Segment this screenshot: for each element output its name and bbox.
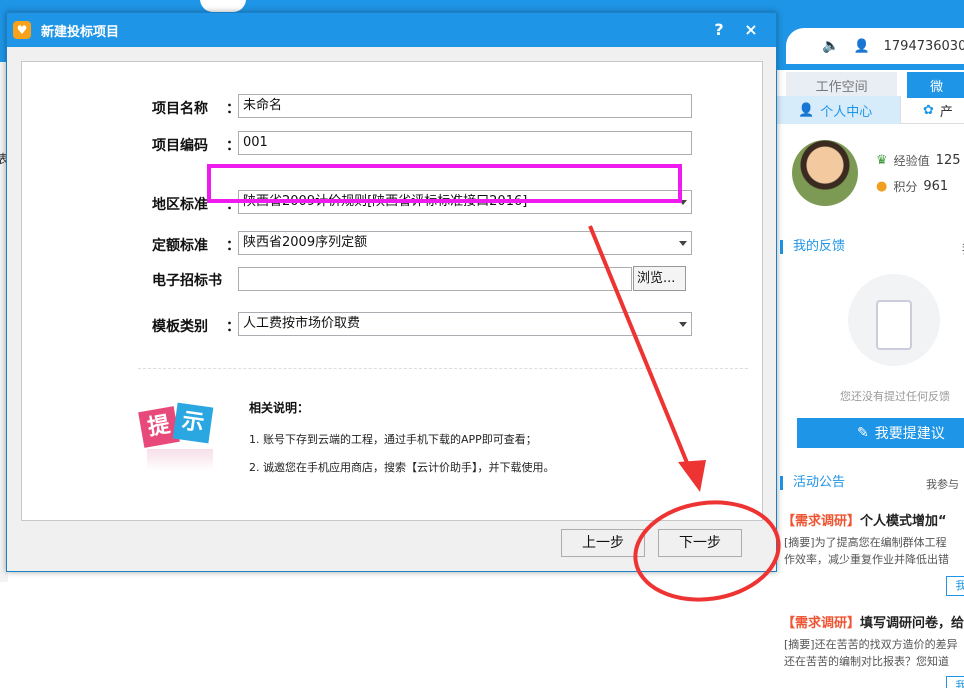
region-standard-label: 地区标准 [152,197,208,213]
points-value: 961 [923,179,949,194]
news-title-text-1: 个人模式增加“ [860,514,947,529]
person-icon: 👤 [798,102,815,118]
feedback-empty-text: 您还没有提过任何反馈 [840,390,950,403]
news-tag-2: 【需求调研】 [782,616,861,631]
subtab-personal-center[interactable]: 👤 个人中心 [776,96,900,124]
region-highlight-box [207,164,682,203]
feedback-section-title: 我的反馈 [780,240,845,254]
experience-label: 经验值 [893,154,930,168]
news-tag-1: 【需求调研】 [782,514,861,529]
user-bar: 🔈 👤 1794736030 [786,28,964,64]
app-logo-icon: ♥ [13,21,31,39]
template-type-label: 模板类别 [152,319,208,335]
etender-label: 电子招标书 [152,273,222,289]
right-panel-subtabs: 👤 个人中心 ✿ 产 [776,96,964,124]
chevron-down-icon [679,322,687,327]
news-desc-2a: [摘要]还在苦苦的找双方造价的差异 [784,638,958,651]
notes-title: 相关说明： [249,401,310,415]
dialog-titlebar[interactable]: ♥ 新建投标项目 ? × [7,13,776,47]
new-bid-project-dialog: ♥ 新建投标项目 ? × 项目名称 ： 未命名 项目编码 ： 001 地区标准 … [6,12,777,572]
products-icon: ✿ [923,102,934,118]
next-step-button[interactable]: 下一步 [658,529,742,557]
coins-icon: ● [876,179,888,194]
tip-reflection [147,449,213,471]
dialog-title: 新建投标项目 [41,24,120,40]
section-divider [138,368,748,369]
user-id[interactable]: 1794736030 [884,39,964,54]
tip-icon: 提 示 [138,399,223,479]
tab-workspace[interactable]: 工作空间 [786,72,898,98]
experience-stat: ♛ 经验值 125 [876,152,961,169]
speaker-icon[interactable]: 🔈 [822,38,839,54]
quota-standard-value: 陕西省2009序列定额 [243,235,368,250]
activity-section-title: 活动公告 [780,476,845,490]
notes-line-2: 2. 诚邀您在手机应用商店，搜索【云计价助手】，并下载使用。 [249,461,555,474]
news-title-2[interactable]: 【需求调研】填写调研问卷，给 [782,612,964,631]
activity-more-link[interactable]: 我参与 [926,476,959,492]
subtab-products[interactable]: ✿ 产 [900,96,953,124]
news-join-button-1[interactable]: 我 [946,576,964,596]
points-label: 积分 [893,180,918,194]
news-join-button-2[interactable]: 我 [946,676,964,688]
news-desc-1a: [摘要]为了提高您在编制群体工程 [784,536,947,549]
suggest-button-label: 我要提建议 [874,426,945,442]
template-type-select[interactable]: 人工费按市场价取费 [238,312,692,336]
project-name-input[interactable]: 未命名 [238,94,692,118]
subtab-products-label: 产 [939,104,953,120]
project-code-input[interactable]: 001 [238,131,692,155]
chevron-down-icon [679,241,687,246]
right-side-panel: 🔈 👤 1794736030 工作空间 微 👤 个人中心 ✿ 产 ♛ 经验值 125… [776,0,964,688]
crown-icon: ♛ [876,153,888,168]
help-button[interactable]: ? [709,20,729,40]
news-title-1[interactable]: 【需求调研】个人模式增加“ [782,510,947,529]
suggest-button[interactable]: ✎ 我要提建议 [797,418,964,448]
project-code-label: 项目编码 [152,138,208,154]
prev-step-button[interactable]: 上一步 [561,529,645,557]
points-stat: ● 积分 961 [876,178,948,195]
notes-line-1: 1. 账号下存到云端的工程，通过手机下载的APP即可查看； [249,433,537,446]
template-type-value: 人工费按市场价取费 [243,316,361,331]
avatar[interactable] [792,140,858,206]
experience-value: 125 [935,153,961,168]
project-name-label: 项目名称 [152,101,208,117]
right-panel-tabs: 工作空间 微 [786,72,964,98]
user-icon: 👤 [853,38,870,54]
quota-standard-select[interactable]: 陕西省2009序列定额 [238,231,692,255]
close-button[interactable]: × [741,20,761,40]
subtab-personal-label: 个人中心 [820,104,873,120]
tip-char-b: 示 [172,402,214,444]
news-desc-2b: 还在苦苦的编制对比报表？您知道 [784,655,949,668]
quota-standard-label: 定额标准 [152,238,208,254]
etender-input[interactable] [238,267,632,291]
dialog-content: 项目名称 ： 未命名 项目编码 ： 001 地区标准 ： 陕西省2009计价规则… [21,61,763,521]
news-desc-1b: 作效率，减少重复作业并降低出错 [784,553,949,566]
pencil-icon: ✎ [857,425,869,441]
tab-micro[interactable]: 微 [907,72,964,98]
news-title-text-2: 填写调研问卷，给 [860,616,964,631]
cloud-logo [200,0,246,12]
clipboard-icon [876,300,912,350]
browse-button[interactable]: 浏览... [633,266,686,291]
